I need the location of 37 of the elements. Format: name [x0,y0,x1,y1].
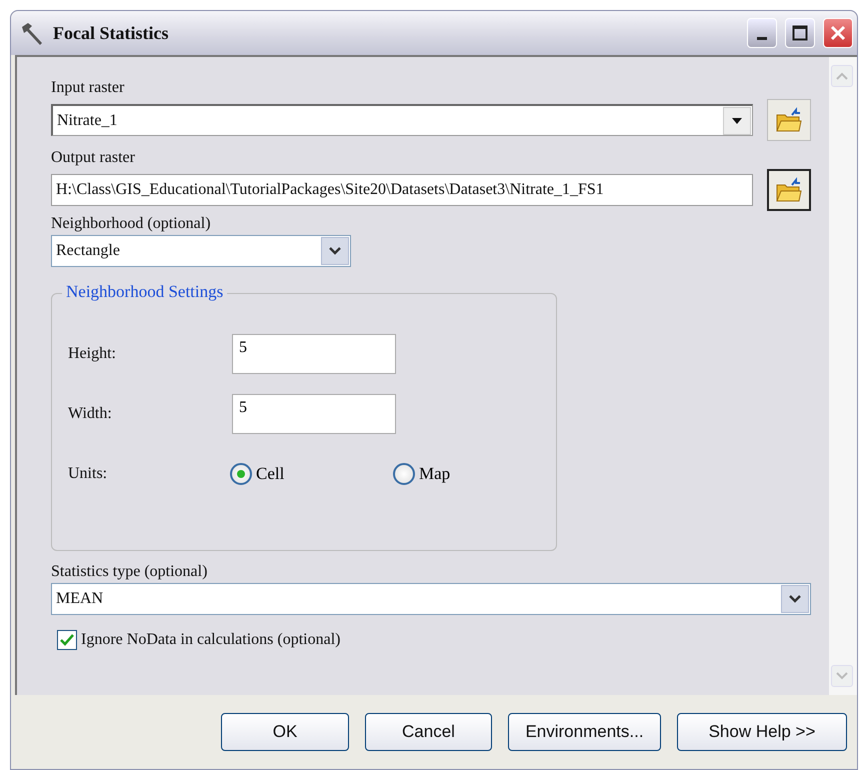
check-icon [60,634,74,646]
open-folder-icon [775,177,803,203]
field-label: Units: [68,465,108,483]
neighborhood-dropdown[interactable]: Rectangle [51,235,351,267]
field-label: Height: [68,345,117,363]
checkbox[interactable] [57,630,77,650]
radio-button[interactable] [393,463,416,485]
field-label: Width: [68,405,113,423]
radio-button[interactable] [230,463,252,485]
input-field[interactable]: 5 [232,334,396,374]
field-label: Statistics type (optional) [51,562,208,582]
dropdown-arrow-icon [732,118,742,124]
dialog-button[interactable]: Environments... [508,713,661,751]
minimize-button[interactable] [747,18,777,48]
maximize-icon [792,25,808,41]
statistics-type-dropdown[interactable]: MEAN [51,583,811,615]
input-field[interactable]: 5 [232,394,396,434]
dialog-button[interactable]: Show Help >> [677,713,847,751]
dialog-button[interactable]: OK [221,713,349,751]
field-label: Input raster [51,78,126,98]
radio-option[interactable]: Cell [230,463,394,485]
radio-option[interactable]: Map [393,463,556,485]
close-icon [830,25,846,41]
dialog-button[interactable]: Cancel [365,713,492,751]
field-label: Output raster [51,148,136,168]
browse-button[interactable] [767,169,811,211]
hammer-icon [19,21,45,45]
output-raster-field[interactable]: H:\Class\GIS_Educational\TutorialPackages\Site20\Datasets\Dataset3\Nitrate_1_FS1 [51,174,753,206]
maximize-button[interactable] [785,18,815,48]
open-folder-icon [775,107,803,133]
group-title: Neighborhood Settings [62,282,228,302]
minimize-icon [757,36,767,40]
input-raster-dropdown[interactable]: Nitrate_1 [51,104,753,136]
field-label: Neighborhood (optional) [51,214,212,234]
window-title: Focal Statistics [53,22,170,44]
close-button[interactable] [823,18,853,48]
checkbox-label: Ignore NoData in calculations (optional) [81,630,340,650]
